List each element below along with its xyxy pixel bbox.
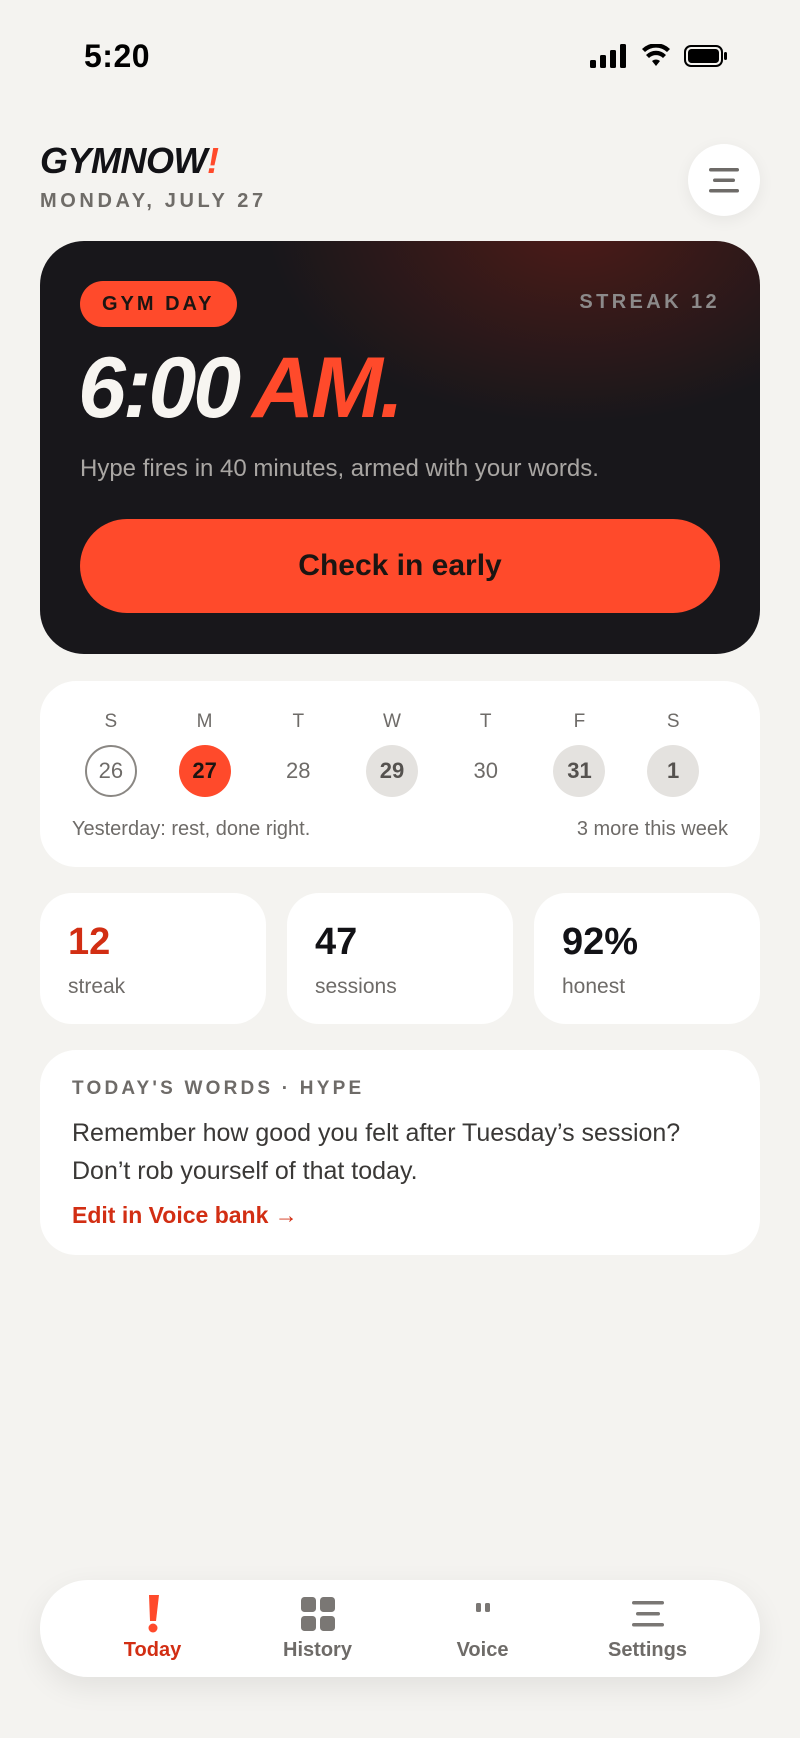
day-thu[interactable]: T 30 [439,711,533,797]
day-letter: S [104,711,118,732]
session-time-value: 6:00 [78,340,241,436]
session-subtitle: Hype fires in 40 minutes, armed with you… [80,455,599,482]
stat-value: 92% [562,921,639,963]
stat-honest: 92% honest [534,893,760,1024]
stat-sessions: 47 sessions [287,893,513,1024]
session-time-ampm: AM. [252,340,404,436]
day-letter: S [666,711,680,732]
stat-streak: 12 streak [40,893,266,1024]
stat-label: honest [562,975,626,998]
stat-label: streak [68,975,126,998]
check-in-early-button[interactable]: Check in early [80,519,720,613]
words-label: TODAY'S WORDS · HYPE [72,1078,365,1099]
tab-label: History [283,1639,352,1661]
wifi-icon [642,44,670,66]
session-time: 6:00 AM. [78,345,404,431]
exclamation-icon [143,1595,163,1633]
signal-icon [590,44,626,68]
next-session-card: GYM DAY STREAK 12 6:00 AM. Hype fires in … [40,241,760,654]
day-number-today: 27 [178,745,231,797]
day-fri[interactable]: F 31 [533,711,627,797]
day-sun[interactable]: S 26 [64,711,158,797]
day-number: 26 [84,745,137,797]
stat-value: 47 [315,921,358,963]
battery-icon [684,45,727,67]
grid-icon [300,1595,335,1633]
day-number: 30 [473,758,498,783]
tab-settings[interactable]: Settings [573,1595,723,1662]
day-tue[interactable]: T 28 [251,711,345,797]
tab-today[interactable]: Today [78,1595,228,1662]
tab-label: Today [123,1639,182,1661]
week-calendar: S 26 M 27 T 28 W 29 T 30 F 31 S 1 Yester… [40,681,760,867]
yesterday-note: Yesterday: rest, done right. [72,818,311,840]
day-letter: F [573,711,586,732]
day-wed[interactable]: W 29 [345,711,439,797]
todays-words-card: TODAY'S WORDS · HYPE Remember how good y… [40,1050,760,1255]
streak-label: STREAK 12 [579,291,720,313]
day-number: 28 [286,758,311,783]
stat-value: 12 [68,921,111,963]
quote-icon [475,1595,491,1633]
day-number: 31 [553,745,606,797]
stat-label: sessions [315,975,397,998]
status-icons [590,44,728,68]
tab-voice[interactable]: Voice [408,1595,558,1662]
day-letter: T [479,711,492,732]
status-time: 5:20 [84,38,151,74]
day-mon[interactable]: M 27 [158,711,252,797]
words-quote: Remember how good you felt after Tuesday… [72,1119,681,1185]
gym-day-badge: GYM DAY [80,281,237,327]
tab-label: Settings [608,1639,687,1661]
app-logo: GYMNOW! [40,140,219,181]
edit-voice-bank-link[interactable]: Edit in Voice bank → [72,1202,298,1229]
menu-lines-icon [631,1595,664,1633]
tab-label: Voice [456,1639,509,1661]
remaining-sessions-note: 3 more this week [576,818,728,840]
hamburger-icon [709,168,739,193]
day-letter: M [196,711,213,732]
day-number: 1 [647,745,700,797]
day-number: 29 [366,745,419,797]
current-date: MONDAY, JULY 27 [40,190,267,212]
tab-bar: Today History Voice Settings [40,1580,760,1677]
day-sat[interactable]: S 1 [626,711,720,797]
day-letter: T [292,711,305,732]
day-letter: W [383,711,401,732]
menu-button[interactable] [688,144,760,216]
week-days: S 26 M 27 T 28 W 29 T 30 F 31 S 1 [64,711,720,797]
tab-history[interactable]: History [243,1595,393,1662]
status-bar: 5:20 [0,0,800,110]
